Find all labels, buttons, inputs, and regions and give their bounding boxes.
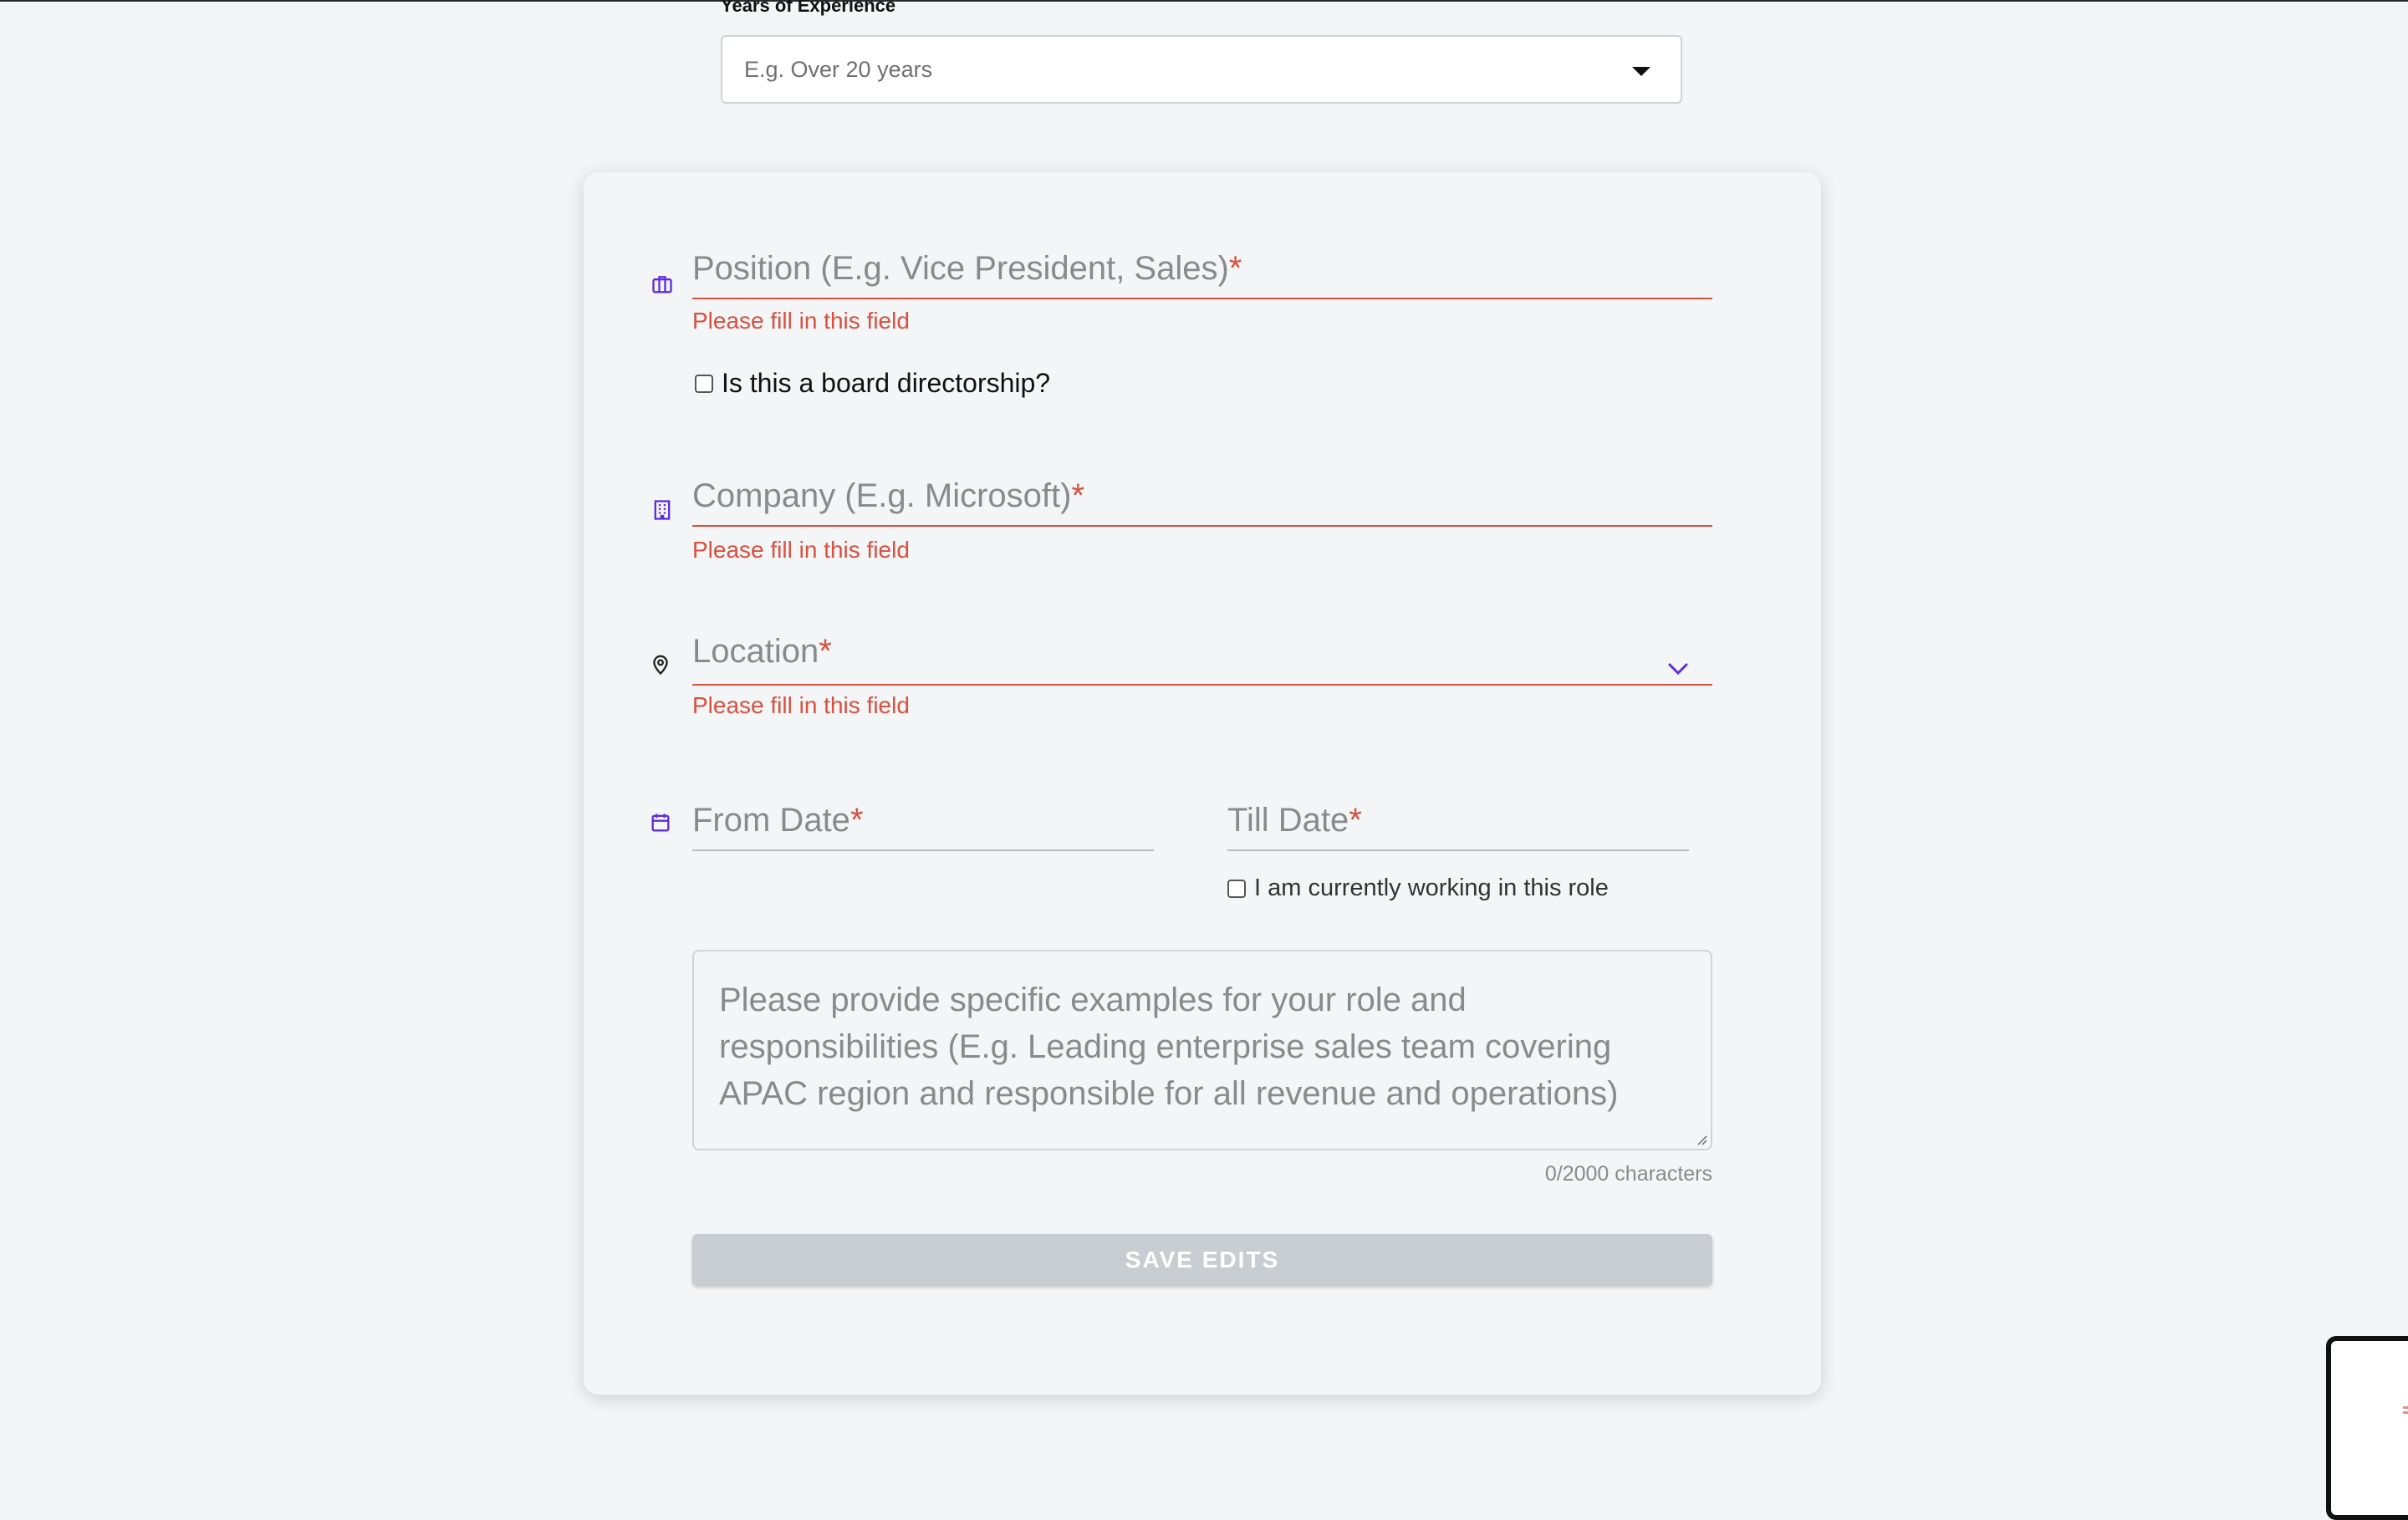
from-date-label: From Date (692, 802, 850, 839)
required-mark: * (819, 633, 832, 670)
briefcase-icon (650, 273, 674, 296)
company-error: Please fill in this field (692, 537, 910, 563)
corner-widget[interactable] (2326, 1336, 2408, 1520)
required-mark: * (1071, 477, 1085, 514)
currently-working-checkbox[interactable] (1227, 879, 1246, 898)
board-directorship-checkbox[interactable] (695, 374, 713, 393)
required-mark: * (1349, 802, 1362, 839)
till-date-input[interactable]: Till Date* (1227, 798, 1689, 853)
resize-grip-icon[interactable] (1694, 1132, 1707, 1145)
position-error: Please fill in this field (692, 308, 910, 334)
top-border (0, 0, 2408, 2)
experience-form-card (584, 172, 1821, 1395)
till-date-underline (1227, 849, 1689, 851)
currently-working-label: I am currently working in this role (1254, 875, 1609, 901)
from-date-underline (692, 849, 1154, 851)
caret-down-icon (1632, 67, 1650, 76)
board-directorship-checkbox-row[interactable]: Is this a board directorship? (695, 368, 1050, 399)
required-mark: * (1228, 250, 1242, 287)
role-description-textarea[interactable]: Please provide specific examples for you… (692, 950, 1712, 1150)
position-underline (692, 298, 1712, 299)
role-description-placeholder: Please provide specific examples for you… (719, 982, 1619, 1112)
years-of-experience-placeholder: E.g. Over 20 years (744, 57, 933, 82)
chevron-down-icon[interactable] (1667, 662, 1689, 676)
character-count: 0/2000 characters (1544, 1162, 1712, 1186)
location-underline (692, 684, 1712, 686)
till-date-label: Till Date (1227, 802, 1349, 839)
save-edits-button[interactable]: SAVE EDITS (692, 1234, 1712, 1286)
from-date-input[interactable]: From Date* (692, 798, 1154, 853)
board-directorship-label: Is this a board directorship? (722, 368, 1051, 398)
position-label: Position (E.g. Vice President, Sales) (692, 250, 1229, 287)
calendar-icon (649, 811, 672, 834)
currently-working-checkbox-row[interactable]: I am currently working in this role (1227, 875, 1609, 902)
years-of-experience-select[interactable]: E.g. Over 20 years (721, 35, 1682, 104)
building-icon (650, 498, 674, 522)
location-label: Location (692, 633, 819, 670)
location-select[interactable]: Location* (692, 629, 1712, 687)
location-error: Please fill in this field (692, 692, 910, 718)
company-label: Company (E.g. Microsoft) (692, 477, 1072, 514)
company-underline (692, 525, 1712, 527)
required-mark: * (849, 802, 864, 839)
location-pin-icon (649, 653, 672, 676)
position-input[interactable]: Position (E.g. Vice President, Sales)* (692, 244, 1712, 303)
company-input[interactable]: Company (E.g. Microsoft)* (692, 472, 1712, 530)
years-of-experience-label: Years of Experience (721, 0, 896, 16)
